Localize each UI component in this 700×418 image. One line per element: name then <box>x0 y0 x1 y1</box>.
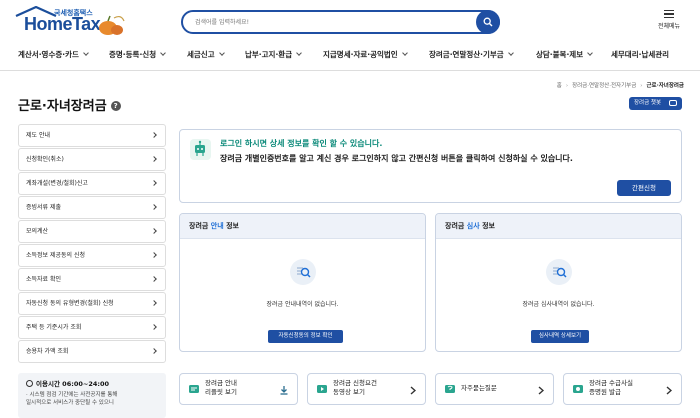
sidebar-item-consent[interactable]: 소득정보 제공동의 신청 <box>18 244 166 267</box>
chevron-right-icon <box>666 386 672 395</box>
hometax-logo[interactable]: 국세청홈택스 HomeTax <box>14 6 129 36</box>
faq-icon <box>445 385 455 393</box>
chevron-down-icon <box>83 50 89 56</box>
chevron-right-icon <box>410 386 416 395</box>
sidebar-item-auto-apply[interactable]: 자동신청 동의 유형변경(철회) 신청 <box>18 292 166 315</box>
chevron-down-icon <box>401 50 408 56</box>
nav-item-tax-agent[interactable]: 세무대리·납세관리 <box>611 49 669 60</box>
sidebar-item-car-value[interactable]: 승용차 가액 조회 <box>18 340 166 363</box>
panel-title: 장려금 안내 정보 <box>180 214 425 239</box>
header: 국세청홈택스 HomeTax 전체메뉴 <box>0 0 700 40</box>
chevron-right-icon <box>151 252 157 258</box>
quick-link-video[interactable]: 장려금 신청요건 동영상 보기 <box>307 373 426 405</box>
chatbot-button[interactable]: 장려금 챗봇 <box>629 97 682 110</box>
breadcrumb-level1[interactable]: 장려금·연말정산·전자기부금 <box>572 83 636 89</box>
clock-icon <box>26 379 33 387</box>
search-button[interactable] <box>476 10 500 34</box>
help-icon[interactable]: ? <box>110 100 121 111</box>
service-hours-note: · 시스템 점검 기간에는 사전공지를 통해 일시적으로 서비스가 중단될 수 … <box>26 392 118 406</box>
chevron-right-icon <box>151 348 157 354</box>
all-menu-button[interactable]: 전체메뉴 <box>654 10 684 30</box>
sidebar-item-application[interactable]: 신청확인(취소) <box>18 148 166 171</box>
chevron-right-icon <box>151 180 157 186</box>
service-hours: 이용시간 06:00~24:00 · 시스템 점검 기간에는 사전공지를 통해 … <box>18 373 166 418</box>
certificate-icon <box>573 385 583 393</box>
nav-item-statements[interactable]: 지급명세·자료·공익법인 <box>323 49 408 60</box>
search-input[interactable] <box>195 15 465 29</box>
search-bar <box>181 10 500 34</box>
chevron-down-icon <box>296 50 302 56</box>
sidebar-menu: 제도 안내 신청확인(취소) 계좌개설(변경/철회)신고 증빙서류 제출 모의계… <box>18 124 166 364</box>
sidebar-item-simulation[interactable]: 모의계산 <box>18 220 166 243</box>
sidebar-item-documents[interactable]: 증빙서류 제출 <box>18 196 166 219</box>
leaflet-icon <box>189 385 199 393</box>
chevron-down-icon <box>218 50 225 56</box>
chevron-right-icon <box>151 156 157 162</box>
main-nav: 계산서·영수증·카드 증명·등록·신청 세금신고 납부·고지·환급 지급명세·자… <box>0 40 700 71</box>
sidebar-item-account[interactable]: 계좌개설(변경/철회)신고 <box>18 172 166 195</box>
video-icon <box>317 385 327 393</box>
chat-icon <box>669 100 677 106</box>
breadcrumb: 홈 › 장려금·연말정산·전자기부금 › 근로·자녀장려금 <box>556 83 684 89</box>
chevron-down-icon <box>587 50 593 56</box>
chevron-right-icon <box>151 228 157 234</box>
chevron-right-icon <box>151 276 157 282</box>
chevron-right-icon <box>151 324 157 330</box>
logo-text: HomeTax <box>24 14 101 34</box>
nav-item-certificates[interactable]: 증명·등록·신청 <box>109 49 166 60</box>
empty-message: 장려금 안내내역이 없습니다. <box>266 301 339 308</box>
auto-apply-info-button[interactable]: 자동신청동의 정보 확인 <box>268 330 343 343</box>
login-notice-desc: 장려금 개별인증번호를 알고 계신 경우 로그인하지 않고 간편신청 버튼을 클… <box>220 154 573 163</box>
panel-title: 장려금 심사 정보 <box>436 214 681 239</box>
empty-message: 장려금 심사내역이 없습니다. <box>522 301 595 308</box>
guide-info-panel: 장려금 안내 정보 장려금 안내내역이 없습니다. 자동신청동의 정보 확인 <box>179 213 426 352</box>
breadcrumb-home[interactable]: 홈 <box>557 83 562 89</box>
nav-item-tax-return[interactable]: 세금신고 <box>187 49 225 60</box>
sidebar-item-house-price[interactable]: 주택 등 기준시가 조회 <box>18 316 166 339</box>
empty-search-icon <box>545 259 572 285</box>
empty-search-icon <box>289 259 316 285</box>
nav-item-incentives[interactable]: 장려금·연말정산·기부금 <box>429 49 514 60</box>
pumpkin-decoration-icon <box>99 15 125 35</box>
notice-icon <box>190 139 211 160</box>
review-info-panel: 장려금 심사 정보 장려금 심사내역이 없습니다. 심사내역 상세보기 <box>435 213 682 352</box>
sidebar-item-guide[interactable]: 제도 안내 <box>18 124 166 147</box>
nav-item-receipts[interactable]: 계산서·영수증·카드 <box>18 49 89 60</box>
quick-apply-button[interactable]: 간편신청 <box>617 180 671 196</box>
nav-item-consult[interactable]: 상담·불복·제보 <box>536 49 593 60</box>
download-icon <box>280 386 288 395</box>
chevron-right-icon <box>151 300 157 306</box>
nav-item-payment[interactable]: 납부·고지·환급 <box>245 49 302 60</box>
chevron-down-icon <box>160 50 166 56</box>
chevron-right-icon <box>151 204 157 210</box>
login-notice-title: 로그인 하시면 상세 정보를 확인 할 수 있습니다. <box>220 139 383 148</box>
chevron-right-icon <box>151 132 157 138</box>
quick-link-leaflet[interactable]: 장려금 안내 리플릿 보기 <box>179 373 298 405</box>
login-notice: 로그인 하시면 상세 정보를 확인 할 수 있습니다. 장려금 개별인증번호를 … <box>179 129 682 203</box>
page-title: 근로·자녀장려금? <box>18 95 121 114</box>
chevron-right-icon <box>538 386 544 395</box>
sidebar-item-income[interactable]: 소득자료 확인 <box>18 268 166 291</box>
search-icon <box>483 17 493 27</box>
breadcrumb-current: 근로·자녀장려금 <box>646 83 684 89</box>
hamburger-icon <box>664 10 674 18</box>
review-detail-button[interactable]: 심사내역 상세보기 <box>531 330 589 343</box>
chevron-down-icon <box>507 50 514 56</box>
all-menu-label: 전체메뉴 <box>657 23 681 30</box>
quick-link-certificate[interactable]: 장려금 수급사실 증명원 발급 <box>563 373 682 405</box>
quick-link-faq[interactable]: 자주묻는질문 <box>435 373 554 405</box>
